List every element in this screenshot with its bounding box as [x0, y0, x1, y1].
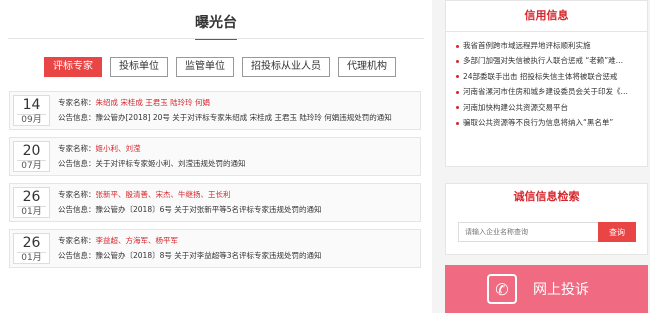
credit-item[interactable]: 我省首例跨市域远程异地评标顺利实施: [456, 38, 637, 53]
tab-practitioners[interactable]: 招投标从业人员: [242, 57, 330, 77]
bullet-icon: [456, 90, 459, 94]
date-badge: 26 01月: [13, 233, 50, 264]
tab-bidders[interactable]: 投标单位: [110, 57, 168, 77]
list-item[interactable]: 26 01月 专家名称：李益超、方海军、杨平军 公告信息：豫公管办〔2018〕8…: [9, 229, 421, 268]
bullet-icon: [456, 106, 459, 110]
date-month: 01月: [17, 206, 46, 218]
record-list: 14 09月 专家名称：朱绍成 宋桂成 王君玉 陆玲玲 何娟 公告信息：豫公管办…: [9, 91, 421, 275]
expert-names[interactable]: 张新平、殷清善、宋杰、牛继扬、王长利: [96, 190, 231, 199]
date-day: 20: [22, 143, 41, 159]
notice-label: 公告信息：: [58, 205, 96, 214]
date-day: 26: [22, 235, 41, 251]
notice-link[interactable]: 豫公管办〔2018〕8号 关于对李益超等3名评标专家违规处罚的通知: [96, 251, 322, 260]
list-item[interactable]: 20 07月 专家名称：姬小利、刘滢 公告信息：关于对评标专家姬小利、刘滢违规处…: [9, 137, 421, 176]
notice-label: 公告信息：: [58, 113, 96, 122]
tab-agencies[interactable]: 代理机构: [338, 57, 396, 77]
search-title: 诚信信息检索: [513, 190, 580, 203]
date-month: 09月: [17, 114, 46, 126]
exposure-section: 曝光台 评标专家 投标单位 监管单位 招投标从业人员 代理机构 14 09月 专…: [0, 0, 432, 313]
list-item[interactable]: 14 09月 专家名称：朱绍成 宋桂成 王君玉 陆玲玲 何娟 公告信息：豫公管办…: [9, 91, 421, 130]
date-badge: 14 09月: [13, 95, 50, 126]
phone-icon: ✆: [487, 274, 517, 304]
expert-label: 专家名称：: [58, 98, 96, 107]
bullet-icon: [456, 121, 459, 125]
notice-link[interactable]: 豫公管办〔2018〕6号 关于对张新平等5名评标专家违规处罚的通知: [96, 205, 322, 214]
right-sidebar: 信用信息 我省首例跨市域远程异地评标顺利实施 多部门加强对失信被执行人联合惩戒 …: [445, 0, 648, 313]
category-tabs: 评标专家 投标单位 监管单位 招投标从业人员 代理机构: [44, 57, 396, 77]
search-box: 查询: [458, 222, 636, 242]
credit-item[interactable]: 24部委联手出击 招投标失信主体将被联合惩戒: [456, 69, 637, 84]
credit-list: 我省首例跨市域远程异地评标顺利实施 多部门加强对失信被执行人联合惩戒 “老赖”难…: [446, 32, 647, 130]
search-panel: 诚信信息检索 查询: [445, 183, 648, 255]
expert-label: 专家名称：: [58, 144, 96, 153]
credit-item[interactable]: 河南加快构建公共资源交易平台: [456, 100, 637, 115]
search-input[interactable]: [458, 222, 598, 242]
complain-button[interactable]: ✆ 网上投诉: [445, 265, 648, 313]
expert-names[interactable]: 朱绍成 宋桂成 王君玉 陆玲玲 何娟: [96, 98, 211, 107]
tab-experts[interactable]: 评标专家: [44, 57, 102, 77]
date-day: 26: [22, 189, 41, 205]
credit-item[interactable]: 河南省漯河市住房和城乡建设委员会关于印发《…: [456, 84, 637, 99]
credit-item[interactable]: 骗取公共资源等不良行为信息将纳入“黑名单”: [456, 115, 637, 130]
date-badge: 20 07月: [13, 141, 50, 172]
notice-link[interactable]: 豫公管办[2018] 20号 关于对评标专家朱绍成 宋桂成 王君玉 陆玲玲 何娟…: [96, 113, 392, 122]
expert-label: 专家名称：: [58, 236, 96, 245]
list-item[interactable]: 26 01月 专家名称：张新平、殷清善、宋杰、牛继扬、王长利 公告信息：豫公管办…: [9, 183, 421, 222]
search-button[interactable]: 查询: [598, 222, 636, 242]
date-month: 01月: [17, 252, 46, 264]
bullet-icon: [456, 44, 459, 48]
expert-label: 专家名称：: [58, 190, 96, 199]
date-month: 07月: [17, 160, 46, 172]
tab-regulators[interactable]: 监管单位: [176, 57, 234, 77]
notice-label: 公告信息：: [58, 251, 96, 260]
date-badge: 26 01月: [13, 187, 50, 218]
notice-label: 公告信息：: [58, 159, 96, 168]
credit-panel: 信用信息 我省首例跨市域远程异地评标顺利实施 多部门加强对失信被执行人联合惩戒 …: [445, 0, 648, 167]
credit-title: 信用信息: [446, 1, 647, 32]
date-day: 14: [22, 97, 41, 113]
expert-names[interactable]: 李益超、方海军、杨平军: [96, 236, 179, 245]
section-title: 曝光台: [195, 12, 237, 40]
credit-item[interactable]: 多部门加强对失信被执行人联合惩戒 “老赖”难…: [456, 53, 637, 68]
expert-names[interactable]: 姬小利、刘滢: [96, 144, 141, 153]
complain-label: 网上投诉: [533, 282, 589, 298]
bullet-icon: [456, 59, 459, 63]
notice-link[interactable]: 关于对评标专家姬小利、刘滢违规处罚的通知: [96, 159, 246, 168]
bullet-icon: [456, 75, 459, 79]
title-divider: [8, 38, 424, 39]
